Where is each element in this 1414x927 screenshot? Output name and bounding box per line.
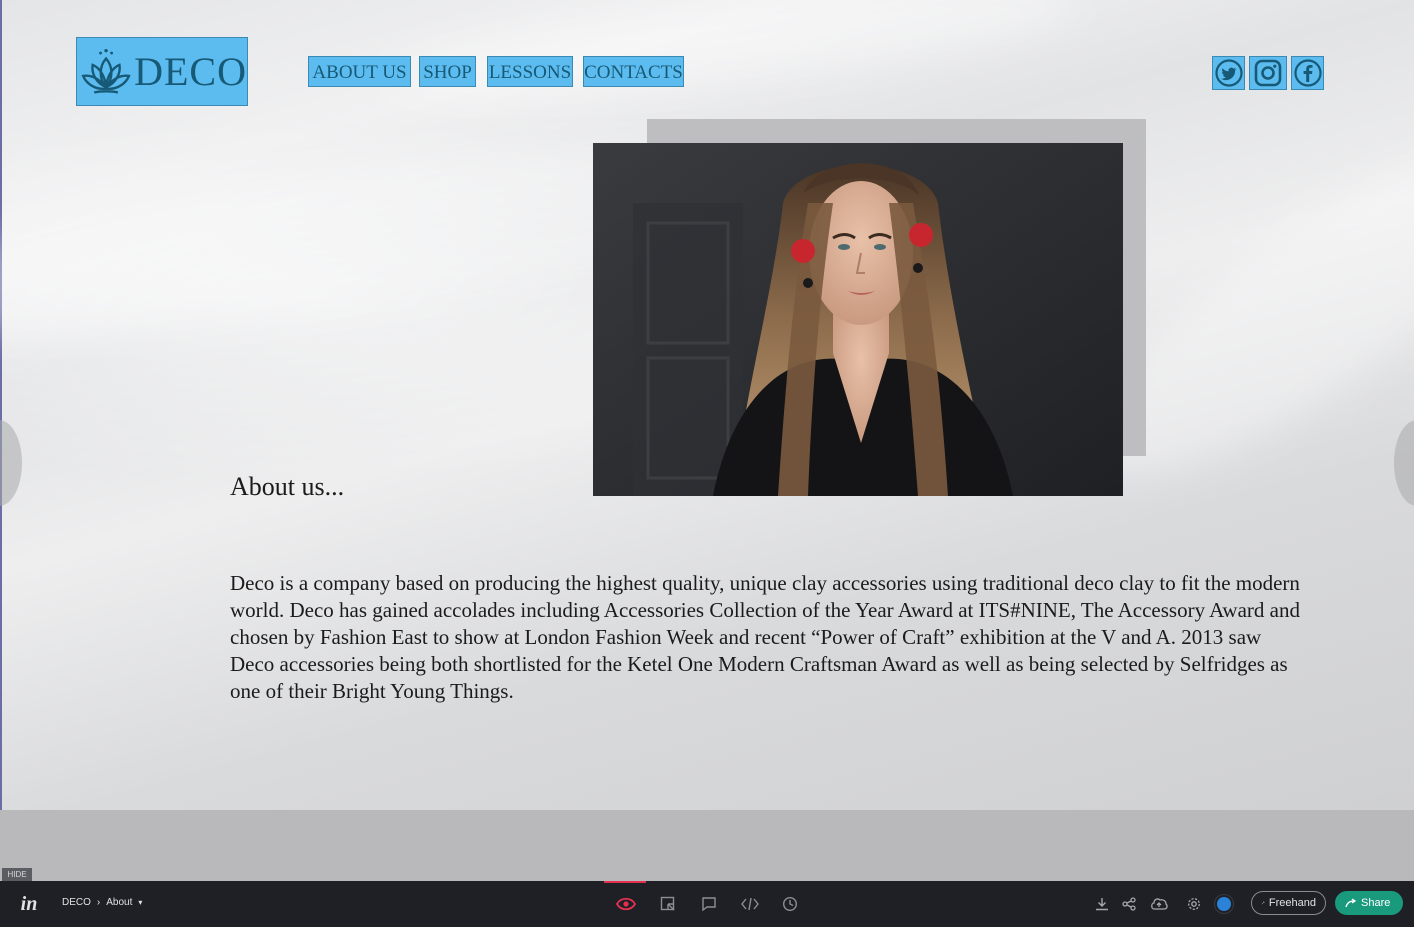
instagram-link[interactable]: [1249, 56, 1287, 90]
hide-toolbar-button[interactable]: HIDE: [2, 868, 32, 881]
facebook-link[interactable]: [1291, 56, 1324, 90]
nav-lessons[interactable]: LESSONS: [487, 56, 573, 87]
model-portrait: [593, 143, 1123, 496]
nav-contacts[interactable]: CONTACTS: [583, 56, 684, 87]
instagram-icon: [1254, 59, 1282, 87]
nav-about-us[interactable]: ABOUT US: [308, 56, 411, 87]
twitter-icon: [1214, 59, 1243, 87]
prototype-toolbar: in DECO › About ▾ Freehand Share: [0, 881, 1414, 927]
pen-icon: [1261, 901, 1265, 905]
lotus-icon: [81, 48, 131, 94]
breadcrumb: DECO › About ▾: [62, 897, 142, 908]
site-logo[interactable]: DECO: [76, 37, 248, 106]
history-icon[interactable]: [779, 893, 801, 915]
breadcrumb-screen[interactable]: About: [106, 897, 132, 908]
about-heading: About us...: [230, 472, 345, 501]
logo-text: DECO: [134, 48, 247, 94]
user-avatar[interactable]: [1217, 897, 1231, 911]
nav-shop[interactable]: SHOP: [419, 56, 476, 87]
code-icon[interactable]: [739, 893, 761, 915]
share-arrow-icon: [1345, 898, 1357, 908]
inspect-icon[interactable]: [657, 893, 679, 915]
download-icon[interactable]: [1091, 893, 1113, 915]
share-label: Share: [1361, 897, 1391, 909]
freehand-label: Freehand: [1268, 897, 1316, 909]
share-network-icon[interactable]: [1118, 893, 1140, 915]
invision-logo-text: in: [20, 892, 38, 915]
invision-logo-icon[interactable]: in: [18, 893, 40, 915]
preview-icon[interactable]: [615, 893, 637, 915]
share-button[interactable]: Share: [1335, 891, 1403, 915]
active-mode-indicator: [604, 881, 646, 883]
breadcrumb-project[interactable]: DECO: [62, 897, 91, 908]
settings-icon[interactable]: [1183, 893, 1205, 915]
portrait-illustration: [593, 143, 1123, 496]
about-paragraph: Deco is a company based on producing the…: [230, 571, 1300, 703]
comment-icon[interactable]: [698, 893, 720, 915]
cloud-sync-icon[interactable]: [1148, 893, 1170, 915]
twitter-link[interactable]: [1212, 56, 1245, 90]
facebook-icon: [1293, 59, 1322, 87]
screen-dropdown-icon[interactable]: ▾: [138, 898, 142, 907]
background-swoosh: [379, 0, 1085, 117]
breadcrumb-separator: ›: [96, 897, 101, 908]
freehand-button[interactable]: Freehand: [1251, 891, 1326, 915]
